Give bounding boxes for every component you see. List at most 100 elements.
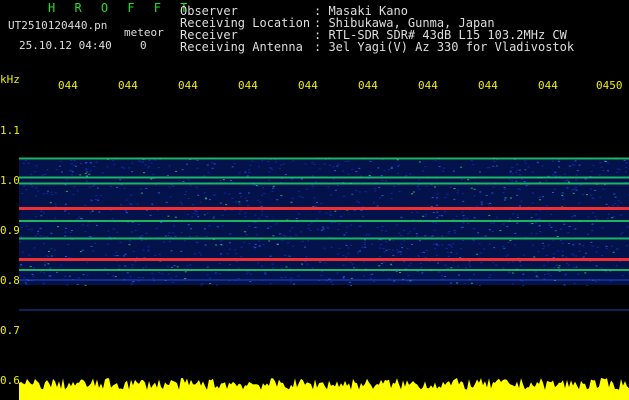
noise-speck (206, 212, 209, 214)
noise-speck (221, 225, 224, 227)
noise-speck (552, 174, 555, 176)
noise-speck (174, 216, 177, 218)
noise-speck (231, 197, 234, 199)
signal-band (19, 237, 629, 240)
noise-speck (553, 188, 556, 190)
noise-speck (504, 197, 507, 199)
noise-speck (330, 246, 333, 248)
x-tick-label: 044 (538, 79, 558, 92)
noise-speck (96, 224, 98, 226)
noise-speck (400, 243, 403, 245)
noise-speck (20, 264, 22, 266)
noise-speck (46, 236, 49, 238)
noise-speck (403, 261, 406, 263)
app-title: H R O F F T (48, 1, 194, 15)
noise-speck (35, 187, 38, 189)
noise-speck (262, 244, 265, 246)
noise-speck (21, 251, 24, 253)
noise-speck (350, 224, 353, 226)
noise-speck (43, 272, 46, 274)
noise-speck (330, 214, 333, 216)
signal-band (19, 269, 629, 271)
noise-speck (189, 235, 192, 237)
noise-speck (448, 231, 451, 232)
noise-speck (431, 221, 434, 223)
noise-speck (147, 246, 150, 248)
noise-speck (433, 229, 436, 231)
noise-speck (511, 167, 514, 169)
noise-speck (543, 245, 546, 247)
noise-speck (619, 202, 622, 204)
noise-speck (179, 201, 182, 203)
noise-speck (442, 167, 445, 169)
noise-speck (436, 211, 439, 213)
noise-speck (524, 169, 527, 171)
noise-speck (65, 179, 68, 181)
noise-speck (452, 170, 455, 172)
noise-speck (269, 283, 272, 285)
signal-band (19, 258, 629, 261)
noise-speck (535, 275, 538, 277)
noise-speck (353, 210, 356, 212)
noise-speck (465, 267, 468, 269)
noise-speck (130, 194, 133, 196)
noise-speck (400, 216, 403, 218)
noise-speck (364, 246, 367, 248)
detection-tag: meteor (124, 26, 164, 39)
noise-speck (347, 253, 350, 255)
noise-speck (256, 199, 259, 201)
noise-speck (168, 165, 171, 167)
y-tick-label: 0.6 (0, 374, 20, 387)
noise-speck (446, 193, 449, 195)
noise-speck (333, 178, 336, 180)
noise-speck (248, 225, 251, 227)
noise-speck (34, 195, 37, 197)
noise-speck (237, 278, 240, 279)
noise-speck (118, 265, 121, 267)
noise-speck (208, 199, 211, 201)
noise-speck (233, 163, 236, 164)
noise-speck (86, 225, 89, 227)
noise-speck (373, 187, 376, 189)
noise-speck (92, 250, 95, 252)
noise-speck (348, 281, 351, 283)
noise-speck (131, 171, 134, 173)
noise-speck (244, 171, 247, 173)
noise-speck (511, 283, 514, 285)
noise-speck (409, 262, 412, 264)
noise-speck (30, 228, 33, 230)
noise-speck (54, 203, 57, 205)
noise-speck (91, 185, 94, 187)
noise-speck (308, 227, 310, 229)
noise-speck (125, 211, 128, 213)
noise-speck (546, 205, 548, 207)
noise-speck (218, 273, 221, 275)
noise-speck (350, 277, 353, 279)
noise-speck (44, 174, 46, 175)
noise-speck (554, 172, 557, 174)
noise-speck (531, 223, 534, 224)
noise-speck (532, 244, 535, 246)
noise-speck (342, 255, 345, 257)
noise-speck (248, 192, 250, 194)
noise-speck (506, 226, 509, 228)
noise-speck (119, 241, 122, 243)
noise-speck (599, 162, 602, 164)
noise-speck (479, 191, 482, 193)
noise-speck (472, 164, 475, 166)
noise-speck (129, 203, 132, 205)
noise-speck (561, 194, 564, 196)
noise-speck (424, 215, 427, 217)
noise-speck (82, 274, 85, 276)
noise-speck (46, 169, 49, 171)
noise-speck (430, 206, 433, 207)
noise-speck (530, 232, 533, 234)
noise-speck (292, 245, 294, 247)
noise-speck (89, 162, 92, 164)
noise-speck (298, 195, 301, 197)
signal-band (19, 207, 629, 210)
noise-speck (563, 173, 566, 175)
noise-speck (158, 271, 161, 273)
noise-speck (407, 275, 410, 277)
y-axis-unit: kHz (0, 73, 20, 86)
